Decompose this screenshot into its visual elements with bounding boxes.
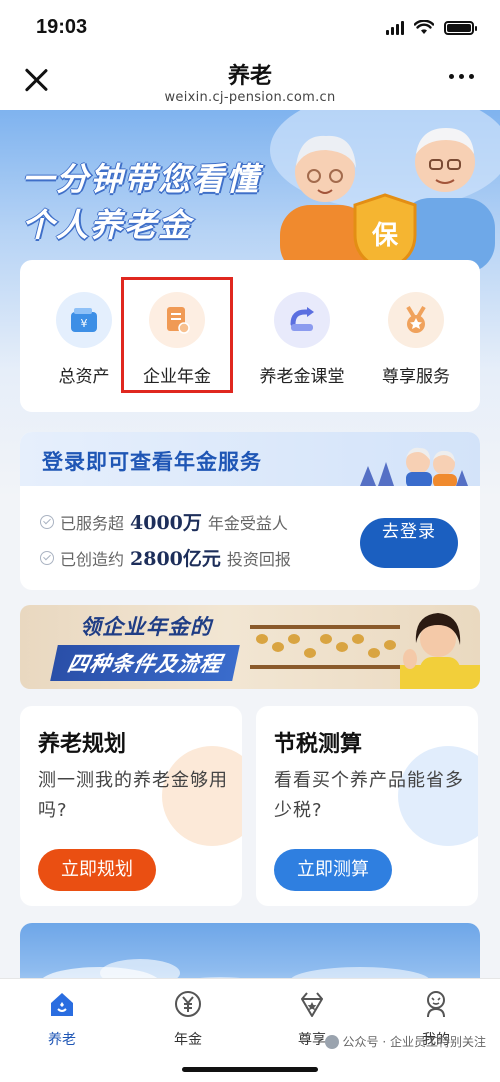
battery-icon: [444, 20, 477, 35]
tax-calculation-card[interactable]: 节税测算 看看买个养产品能省多少税? 立即测算: [256, 706, 478, 906]
wallet-icon: ¥: [56, 292, 112, 348]
retirement-planning-card[interactable]: 养老规划 测一测我的养老金够用吗? 立即规划: [20, 706, 242, 906]
login-button[interactable]: 去登录: [360, 518, 458, 568]
cloud-illustration: [43, 959, 429, 978]
medal-icon: [388, 292, 444, 348]
status-bar: 19:03: [0, 0, 500, 52]
quick-action-label: 养老金课堂: [259, 367, 345, 387]
stat-suffix: 年金受益人: [207, 513, 288, 533]
more-options-button[interactable]: [449, 74, 474, 79]
page-url: weixin.cj-pension.com.cn: [164, 90, 336, 105]
sky-banner[interactable]: [20, 923, 480, 978]
feature-title: 养老规划: [38, 732, 127, 757]
stat-prefix: 已创造约: [60, 549, 125, 569]
quick-action-premium-service[interactable]: 尊享服务: [366, 292, 466, 387]
hero-banner[interactable]: 一分钟带您看懂 个人养老金 保: [0, 110, 500, 270]
quick-action-label: 尊享服务: [382, 367, 450, 387]
elderly-couple-mini-illustration: [360, 447, 468, 486]
highlight-annotation-box: [121, 277, 233, 393]
shield-badge-text: 保: [371, 221, 399, 251]
login-card-title: 登录即可查看年金服务: [42, 450, 262, 474]
login-card-header: 登录即可查看年金服务: [20, 432, 480, 486]
banner-title-line2: 个人养老金: [22, 206, 193, 244]
login-card: 登录即可查看年金服务 已服务超 4000万 年金受益人 已创造约 2800亿元 投资回报…: [20, 432, 480, 590]
user-icon: [427, 991, 445, 1018]
crown-icon: [301, 992, 323, 1017]
annuity-promo-banner[interactable]: 领企业年金的 四种条件及流程: [20, 605, 480, 689]
home-icon: [51, 993, 73, 1016]
stat-suffix: 投资回报: [226, 549, 291, 569]
feature-description: 看看买个养产品能省多少税?: [274, 770, 464, 821]
login-stat-returns: 已创造约 2800亿元 投资回报: [40, 544, 291, 571]
home-indicator[interactable]: [182, 1067, 318, 1072]
wechat-official-account-icon: [324, 1034, 339, 1049]
banner-title-line1: 一分钟带您看懂: [22, 160, 261, 198]
quick-access-card: ¥ 总资产 企业年金 养老金课堂 尊享服务: [20, 260, 480, 412]
source-watermark: 公众号 · 企业员工特别关注: [324, 1033, 486, 1050]
calculate-now-button[interactable]: 立即测算: [274, 849, 392, 891]
status-time: 19:03: [36, 16, 88, 38]
page-title: 养老: [227, 64, 272, 89]
elderly-couple-illustration: 保: [270, 110, 500, 270]
login-stat-beneficiaries: 已服务超 4000万 年金受益人: [40, 508, 288, 535]
stat-number: 4000万: [130, 512, 202, 534]
promo-title-line1: 领企业年金的: [80, 615, 212, 639]
tab-pension[interactable]: 养老: [22, 989, 102, 1049]
quick-action-label: 总资产: [58, 367, 110, 387]
tab-label: 养老: [48, 1032, 76, 1048]
stat-prefix: 已服务超: [60, 513, 125, 533]
svg-text:¥: ¥: [81, 317, 88, 330]
check-circle-icon: [40, 514, 54, 529]
wifi-icon: [414, 20, 434, 34]
plan-now-button[interactable]: 立即规划: [38, 849, 156, 891]
check-circle-icon: [40, 550, 54, 565]
feature-title: 节税测算: [274, 732, 363, 757]
tab-label: 年金: [174, 1032, 202, 1048]
quick-action-total-assets[interactable]: ¥ 总资产: [34, 292, 134, 387]
promo-title-line2: 四种条件及流程: [50, 645, 240, 681]
status-icons: [386, 20, 477, 35]
stat-number: 2800亿元: [130, 548, 221, 570]
tab-annuity[interactable]: 年金: [148, 989, 228, 1049]
nav-bar: 养老 weixin.cj-pension.com.cn: [0, 52, 500, 110]
main-content: 一分钟带您看懂 个人养老金 保 ¥ 总资产 企业年金 养老金课堂 尊享服务 登录…: [0, 110, 500, 978]
cellular-signal-icon: [386, 20, 404, 35]
bottom-tab-bar: 养老 年金 尊享 我的 公众号 · 企业员工特别关注: [0, 978, 500, 1082]
abacus-and-presenter-illustration: [250, 613, 480, 689]
feature-description: 测一测我的养老金够用吗?: [38, 770, 228, 821]
quick-action-pension-class[interactable]: 养老金课堂: [242, 292, 362, 387]
watermark-text: 公众号 · 企业员工特别关注: [342, 1035, 486, 1049]
yen-icon: [175, 991, 201, 1017]
arrow-loop-icon: [274, 292, 330, 348]
